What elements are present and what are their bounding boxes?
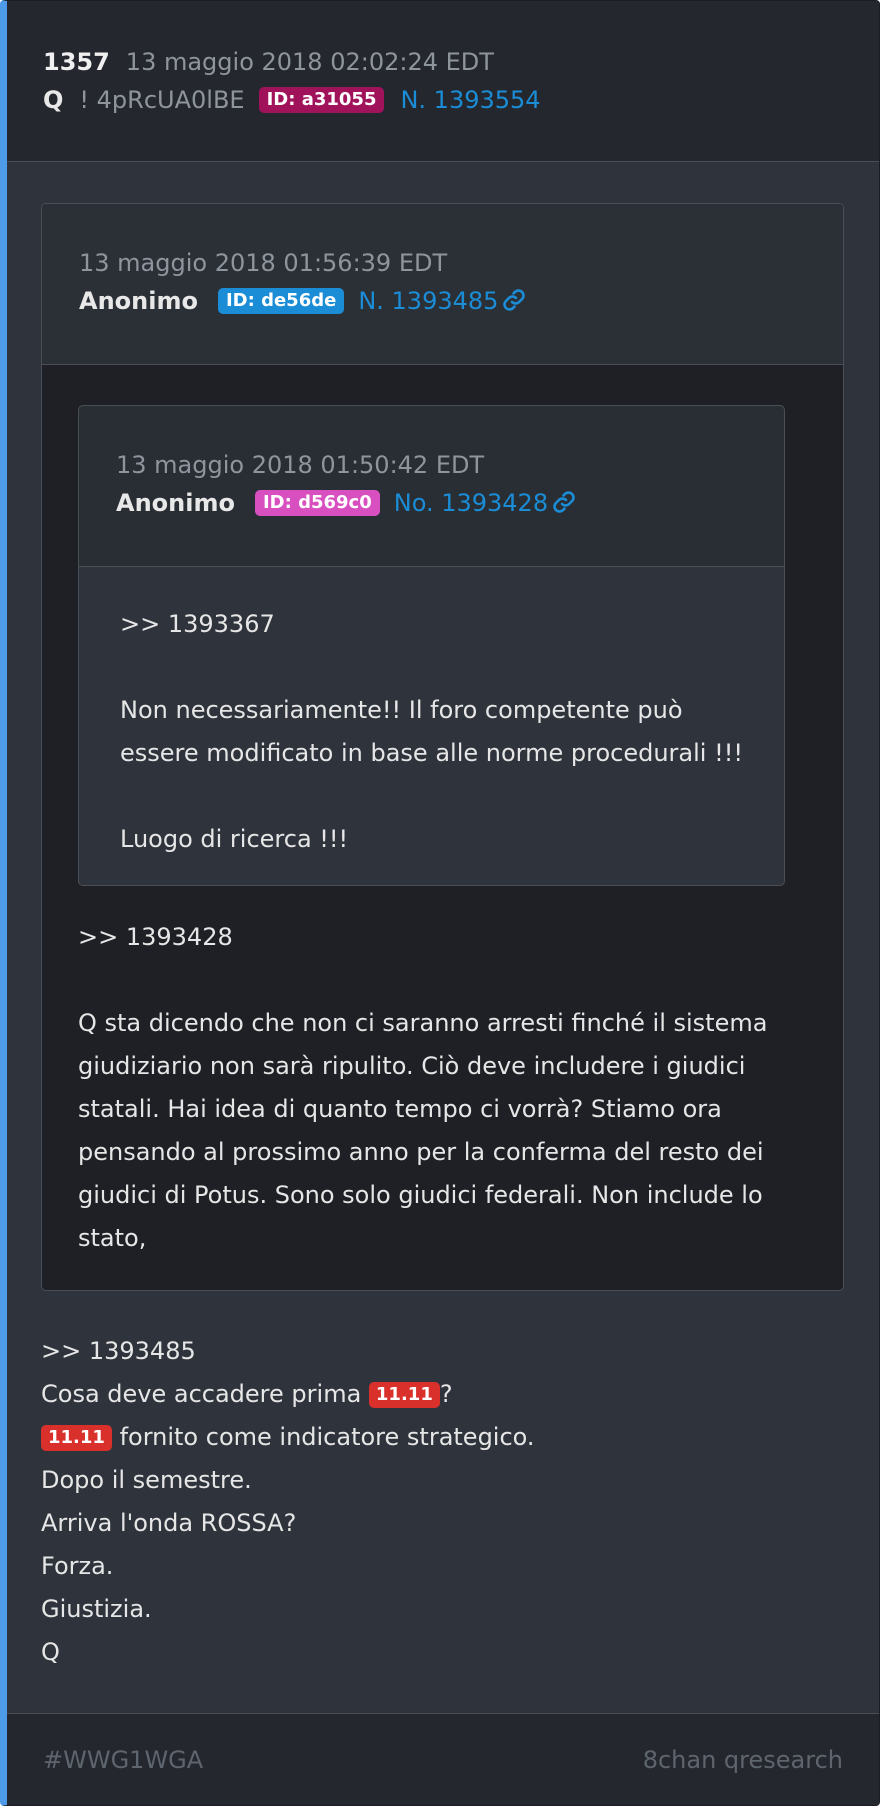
message-text: fornito come indicatore strategico. [111,1423,535,1451]
post-paragraph: Luogo di ricerca !!! [120,825,349,853]
highlight-badge: 11.11 [368,1382,440,1408]
quoted-post-author: Anonimo [79,287,198,315]
reply-reference[interactable]: >> 1393485 [41,1330,845,1373]
post-tripcode: ! 4pRcUA0lBE [79,86,245,114]
message-line: Arriva l'onda ROSSA? [41,1509,297,1537]
message-text: Cosa deve accadere prima [41,1380,369,1408]
post-footer: #WWG1WGA 8chan qresearch [7,1713,879,1805]
message-line: Dopo il semestre. [41,1466,252,1494]
quoted-post-content: 13 maggio 2018 01:50:42 EDT Anonimo ID: … [42,365,843,1290]
quoted-post-header: 13 maggio 2018 01:56:39 EDT Anonimo ID: … [42,204,843,365]
message-line: Giustizia. [41,1595,152,1623]
post-number: 1357 [43,48,110,76]
message-line: Cosa deve accadere prima 11.11? [41,1373,845,1416]
nested-quoted-post-number-link[interactable]: No. 1393428 [394,489,548,517]
post-author-line: Q ! 4pRcUA0lBE ID: a31055 N. 1393554 [43,81,879,119]
post-meta-line: 1357 13 maggio 2018 02:02:24 EDT [43,43,879,81]
quoted-post-id-badge[interactable]: ID: de56de [217,288,345,314]
nested-quoted-post-content: >> 1393367 Non necessariamente!! Il foro… [79,567,784,885]
highlight-badge: 11.11 [41,1425,112,1451]
reply-reference[interactable]: >> 1393367 [120,603,748,646]
link-icon[interactable] [502,287,526,315]
message-text: ? [439,1380,453,1408]
quoted-post-text: >> 1393428 Q sta dicendo che non ci sara… [78,916,807,1260]
quoted-post-meta: 13 maggio 2018 01:56:39 EDT [79,244,843,282]
nested-quoted-post-id-badge[interactable]: ID: d569c0 [254,490,380,516]
post-timestamp: 13 maggio 2018 02:02:24 EDT [125,48,494,76]
post-author: Q [43,86,64,114]
post-body: 13 maggio 2018 01:56:39 EDT Anonimo ID: … [7,162,879,1674]
post-card: 1357 13 maggio 2018 02:02:24 EDT Q ! 4pR… [0,0,880,1806]
source-label: 8chan qresearch [642,1745,843,1774]
post-header: 1357 13 maggio 2018 02:02:24 EDT Q ! 4pR… [7,1,879,162]
post-paragraph: Non necessariamente!! Il foro competente… [120,696,743,767]
link-icon[interactable] [552,489,576,517]
post-message: >> 1393485 Cosa deve accadere prima 11.1… [41,1330,845,1674]
quoted-post: 13 maggio 2018 01:56:39 EDT Anonimo ID: … [41,203,844,1291]
quoted-post-number-link[interactable]: N. 1393485 [358,287,498,315]
nested-quoted-post-header: 13 maggio 2018 01:50:42 EDT Anonimo ID: … [79,406,784,567]
nested-quoted-post: 13 maggio 2018 01:50:42 EDT Anonimo ID: … [78,405,785,886]
message-line: 11.11 fornito come indicatore strategico… [41,1416,845,1459]
quoted-post-author-line: Anonimo ID: de56de N. 1393485 [79,282,843,320]
post-number-link[interactable]: N. 1393554 [400,86,540,114]
message-line: Forza. [41,1552,114,1580]
nested-quoted-post-author-line: Anonimo ID: d569c0 No. 1393428 [116,484,784,522]
nested-quoted-post-author: Anonimo [116,489,235,517]
hashtag-label: #WWG1WGA [43,1745,204,1774]
nested-quoted-post-meta: 13 maggio 2018 01:50:42 EDT [116,446,784,484]
quoted-post-timestamp: 13 maggio 2018 01:56:39 EDT [79,249,448,277]
nested-quoted-post-timestamp: 13 maggio 2018 01:50:42 EDT [116,451,485,479]
post-paragraph: Q sta dicendo che non ci saranno arresti… [78,1009,768,1252]
post-id-badge[interactable]: ID: a31055 [258,87,385,113]
reply-reference[interactable]: >> 1393428 [78,916,807,959]
message-signature: Q [41,1638,60,1666]
